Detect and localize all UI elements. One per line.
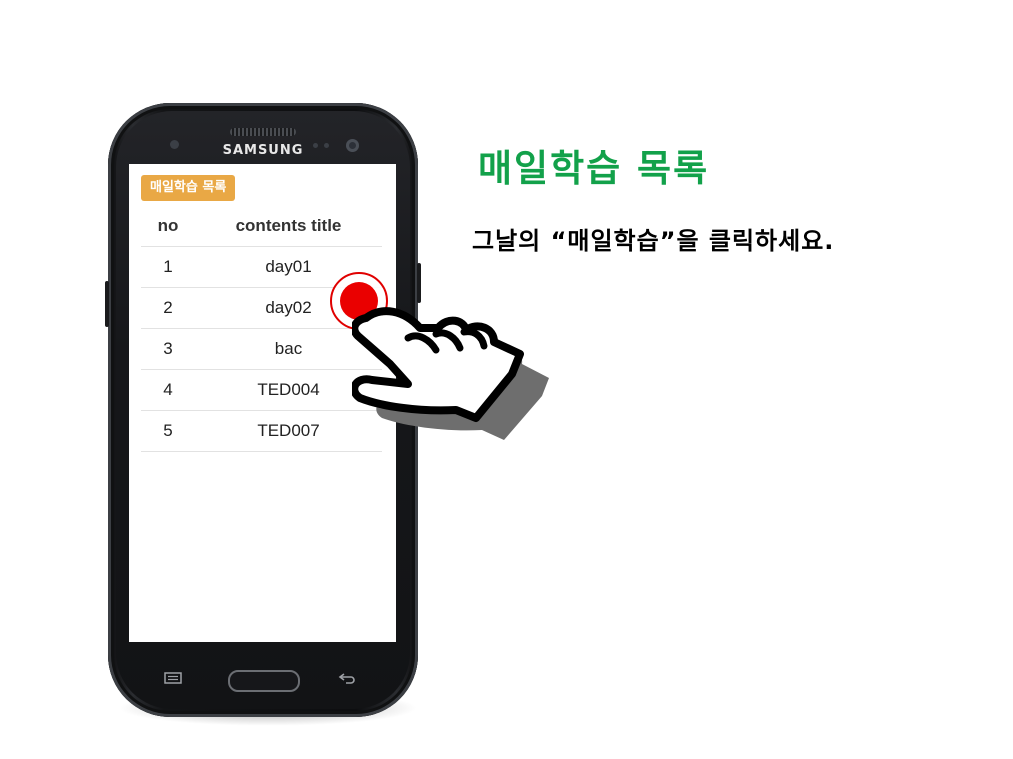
table-row[interactable]: 5 TED007 [141,410,382,452]
home-button[interactable] [228,670,300,692]
row-no: 5 [141,410,195,452]
row-no: 1 [141,246,195,288]
contents-table: no contents title 1 day01 2 day02 3 bac [141,206,382,452]
table-header-row: no contents title [141,206,382,247]
table-row[interactable]: 3 bac [141,328,382,370]
row-no: 4 [141,369,195,411]
table-row[interactable]: 4 TED004 [141,369,382,411]
volume-button[interactable] [105,281,109,327]
row-no: 2 [141,287,195,329]
instruction-text: 그날의 “매일학습”을 클릭하세요. [472,227,835,255]
instruction-title: 매일학습 목록 [478,147,710,190]
row-no: 3 [141,328,195,370]
column-header-title: contents title [195,206,382,247]
column-header-no: no [141,206,195,247]
brand-logo: SAMSUNG [222,143,304,158]
list-title-badge: 매일학습 목록 [141,175,236,201]
earpiece-speaker [230,128,296,136]
menu-icon[interactable] [164,672,182,687]
pointing-hand-icon [352,307,549,440]
back-arrow-icon[interactable] [338,672,356,687]
